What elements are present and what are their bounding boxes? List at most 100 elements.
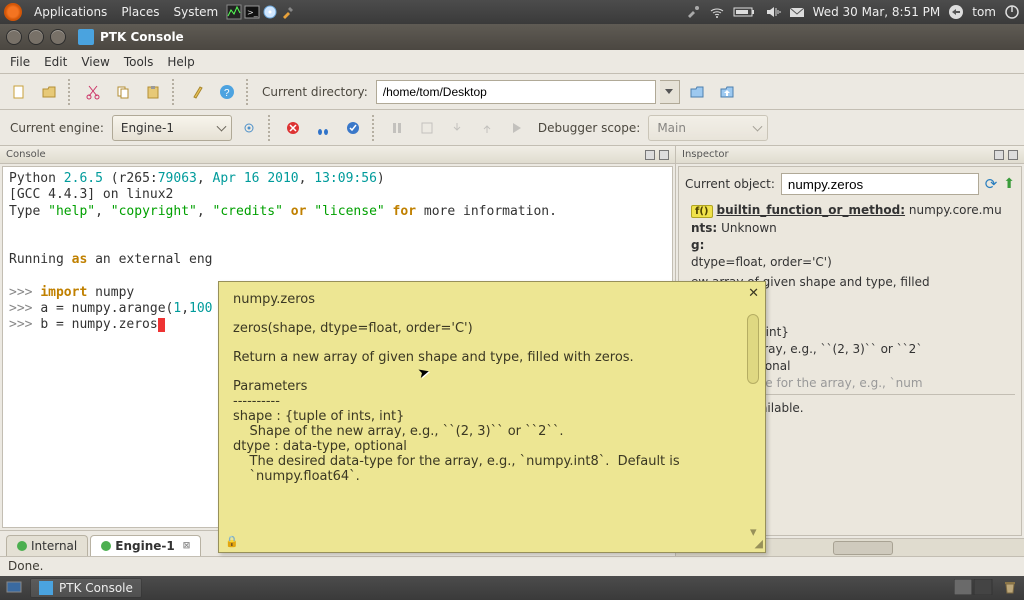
debug-continue-button[interactable] (504, 115, 530, 141)
t: >>> (9, 285, 40, 300)
copy-button[interactable] (110, 79, 136, 105)
t: Type (9, 204, 48, 219)
show-desktop-icon[interactable] (6, 579, 22, 598)
gnome-menu-system[interactable]: System (167, 5, 224, 19)
debug-stepover-button[interactable] (414, 115, 440, 141)
t: >>> (9, 317, 40, 332)
up-icon[interactable]: ⬆ (1003, 176, 1015, 192)
menu-edit[interactable]: Edit (38, 53, 73, 71)
tab-close-icon[interactable]: ⊠ (183, 541, 191, 551)
tool-tray-icon[interactable] (685, 4, 701, 20)
status-text: Done. (8, 559, 43, 573)
panel-close-icon[interactable] (1008, 150, 1018, 160)
current-directory-label: Current directory: (258, 85, 372, 99)
folder-up-button[interactable] (714, 79, 740, 105)
menu-bar: File Edit View Tools Help (0, 50, 1024, 74)
args-label: nts: (691, 221, 717, 235)
current-directory-input[interactable] (376, 80, 656, 104)
t: >>> (9, 301, 40, 316)
t: 79063 (158, 171, 197, 186)
workspace-switcher[interactable] (954, 579, 994, 598)
wifi-icon[interactable] (709, 4, 725, 20)
paste-button[interactable] (140, 79, 166, 105)
calltip-close-button[interactable]: ✕ (748, 286, 759, 301)
sysmon-applet-icon[interactable] (226, 4, 242, 20)
t: as (72, 252, 88, 267)
mail-icon[interactable] (789, 4, 805, 20)
clear-button[interactable] (184, 79, 210, 105)
calltip-param: `numpy.float64`. (233, 469, 751, 484)
open-button[interactable] (36, 79, 62, 105)
debug-stepinto-button[interactable] (444, 115, 470, 141)
menu-view[interactable]: View (75, 53, 115, 71)
disc-applet-icon[interactable] (262, 4, 278, 20)
scrollbar-thumb[interactable] (833, 541, 893, 555)
calltip-params-heading: Parameters (233, 379, 751, 394)
stop-button[interactable] (280, 115, 306, 141)
debugger-scope-label: Debugger scope: (534, 121, 644, 135)
menu-file[interactable]: File (4, 53, 36, 71)
current-object-label: Current object: (685, 177, 775, 191)
tab-internal[interactable]: Internal (6, 535, 88, 556)
power-icon[interactable] (1004, 4, 1020, 20)
window-maximize-button[interactable] (50, 29, 66, 45)
ubuntu-logo-icon[interactable] (4, 3, 22, 21)
browse-folder-button[interactable] (684, 79, 710, 105)
refresh-icon[interactable]: ⟳ (985, 175, 998, 193)
clock[interactable]: Wed 30 Mar, 8:51 PM (813, 5, 941, 19)
scrollbar-thumb[interactable] (747, 314, 759, 384)
window-close-button[interactable] (6, 29, 22, 45)
battery-icon[interactable] (733, 4, 757, 20)
run-button[interactable] (340, 115, 366, 141)
new-button[interactable] (6, 79, 32, 105)
t: , (299, 171, 315, 186)
t: numpy (87, 285, 134, 300)
t: (r265: (103, 171, 158, 186)
volume-icon[interactable] (765, 4, 781, 20)
taskbar-app-button[interactable]: PTK Console (30, 578, 142, 598)
resize-grip-icon[interactable]: ◢ (755, 537, 763, 550)
window-titlebar[interactable]: PTK Console (0, 24, 1024, 50)
engine-combo[interactable]: Engine-1 (112, 115, 232, 141)
gnome-menu-places[interactable]: Places (115, 5, 165, 19)
t: or (283, 204, 314, 219)
t: more information. (424, 204, 557, 219)
calltip-scrollbar[interactable]: ▾ (747, 304, 761, 530)
t: "copyright" (111, 204, 197, 219)
console-header: Console (0, 146, 675, 164)
menu-help[interactable]: Help (161, 53, 200, 71)
debug-stepout-button[interactable] (474, 115, 500, 141)
panel-maximize-icon[interactable] (659, 150, 669, 160)
debug-step-button[interactable] (310, 115, 336, 141)
terminal-applet-icon[interactable]: >_ (244, 4, 260, 20)
toolbar-separator (246, 79, 252, 105)
tab-label: Internal (31, 539, 77, 553)
directory-dropdown-button[interactable] (660, 80, 680, 104)
username[interactable]: tom (972, 5, 996, 19)
panel-minimize-icon[interactable] (994, 150, 1004, 160)
scope-combo[interactable]: Main (648, 115, 768, 141)
tab-engine1[interactable]: Engine-1⊠ (90, 535, 201, 556)
t: "credits" (213, 204, 283, 219)
debug-pause-button[interactable] (384, 115, 410, 141)
panel-minimize-icon[interactable] (645, 150, 655, 160)
t: Python (9, 171, 64, 186)
trash-icon[interactable] (1002, 579, 1018, 598)
toolbar-separator (268, 115, 274, 141)
calltip-dash: ---------- (233, 394, 751, 409)
type-heading: builtin_function_or_method: (717, 203, 906, 217)
engine-settings-button[interactable] (236, 115, 262, 141)
menu-tools[interactable]: Tools (118, 53, 160, 71)
cut-button[interactable] (80, 79, 106, 105)
gnome-menu-applications[interactable]: Applications (28, 5, 113, 19)
user-switch-icon[interactable] (948, 4, 964, 20)
t: "help" (48, 204, 95, 219)
function-badge-icon: f() (691, 205, 713, 218)
calltip-param: dtype : data-type, optional (233, 439, 751, 454)
current-object-input[interactable] (781, 173, 979, 195)
engine-combo-value: Engine-1 (121, 121, 174, 135)
lock-icon[interactable]: 🔒 (225, 535, 239, 548)
window-minimize-button[interactable] (28, 29, 44, 45)
help-button[interactable]: ? (214, 79, 240, 105)
tools-applet-icon[interactable] (280, 4, 296, 20)
